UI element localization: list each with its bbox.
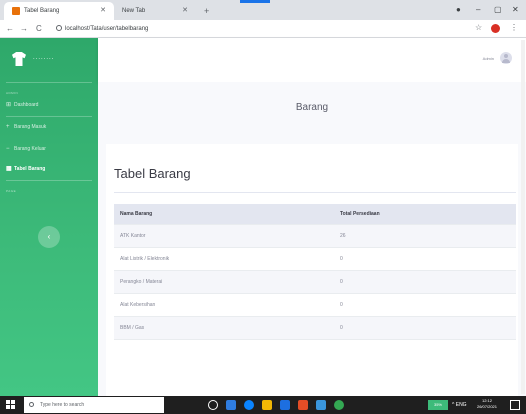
brand-text: ........: [33, 55, 55, 61]
topbar: Admin: [98, 38, 526, 82]
table-row: BBM / Gas 0: [114, 316, 516, 340]
site-info-icon[interactable]: [56, 25, 62, 31]
page-title: Barang: [295, 102, 329, 113]
reload-button[interactable]: C: [36, 22, 42, 36]
chrome-icon[interactable]: [334, 400, 344, 410]
card-title: Tabel Barang: [114, 166, 191, 181]
sidebar-toggle-button[interactable]: ‹: [38, 226, 60, 248]
app-icon[interactable]: [298, 400, 308, 410]
extension-icon[interactable]: [491, 24, 500, 33]
tab-accent-bar: [240, 0, 270, 3]
table-row: ATK Kantor 26: [114, 224, 516, 248]
back-button[interactable]: ←: [6, 22, 14, 36]
table-header-row: Nama Barang Total Persediaan: [114, 204, 516, 225]
app-icon[interactable]: [316, 400, 326, 410]
sidebar-heading-admin: ADMIN: [6, 91, 19, 95]
cell-nama-barang: ATK Kantor: [114, 224, 334, 248]
clock-date: 26/07/2021: [476, 404, 498, 409]
sidebar-divider: [6, 116, 92, 117]
sidebar-item-dashboard[interactable]: ⊞ Dashboard: [0, 98, 98, 112]
cortana-icon[interactable]: [208, 400, 218, 410]
url-field[interactable]: localhost/Tata/user/tabelbarang: [56, 23, 148, 35]
sidebar-brand[interactable]: ........: [0, 38, 98, 82]
taskbar-search-input[interactable]: Type here to search: [24, 397, 164, 413]
store-icon[interactable]: [280, 400, 290, 410]
search-placeholder: Type here to search: [40, 402, 85, 408]
close-window-button[interactable]: ✕: [512, 2, 519, 18]
cell-total-persediaan: 0: [334, 316, 516, 340]
file-explorer-icon[interactable]: [262, 400, 272, 410]
screen: Tabel Barang ✕ New Tab ✕ + ● – ▢ ✕ ← → C…: [0, 0, 526, 414]
search-icon: [29, 402, 34, 407]
page-scrollbar[interactable]: [521, 40, 525, 394]
url-text: localhost/Tata/user/tabelbarang: [65, 26, 149, 32]
new-tab-button[interactable]: +: [204, 2, 209, 20]
sidebar-item-label: Barang Masuk: [14, 124, 47, 130]
table-row: Alat Kebersihan 0: [114, 293, 516, 317]
dashboard-icon: ⊞: [6, 102, 12, 108]
cell-nama-barang: Alat Kebersihan: [114, 293, 334, 317]
task-view-icon[interactable]: [226, 400, 236, 410]
minus-icon: −: [6, 146, 10, 152]
battery-badge[interactable]: 35%: [428, 400, 448, 410]
sidebar-divider: [6, 82, 92, 83]
cell-nama-barang: Alat Listrik / Elektronik: [114, 247, 334, 271]
minimize-button[interactable]: –: [476, 2, 480, 18]
cell-total-persediaan: 0: [334, 270, 516, 294]
tray-language[interactable]: ^ ENG: [452, 396, 467, 414]
tab-close-icon[interactable]: ✕: [182, 2, 188, 20]
tab-title: New Tab: [122, 8, 146, 14]
browser-menu-icon[interactable]: ⋮: [510, 23, 518, 32]
sidebar-item-barang-keluar[interactable]: − Barang Keluar: [0, 142, 98, 156]
tab-close-icon[interactable]: ✕: [100, 2, 106, 20]
bookmark-star-icon[interactable]: ☆: [475, 23, 482, 32]
sidebar-item-tabel-barang[interactable]: ▦ Tabel Barang: [0, 162, 98, 176]
cell-total-persediaan: 0: [334, 293, 516, 317]
browser-tab-strip: Tabel Barang ✕ New Tab ✕ + ● – ▢ ✕: [0, 0, 526, 20]
windows-start-icon[interactable]: [6, 400, 16, 410]
table-card: Tabel Barang Nama Barang Total Persediaa…: [106, 144, 518, 396]
table-row: Perangko / Materai 0: [114, 270, 516, 294]
sidebar-divider: [6, 180, 92, 181]
profile-icon[interactable]: ●: [456, 2, 461, 18]
sidebar-item-barang-masuk[interactable]: + Barang Masuk: [0, 120, 98, 134]
column-header-total-persediaan: Total Persediaan: [334, 204, 516, 225]
tab-tabel-barang[interactable]: Tabel Barang ✕: [4, 2, 114, 20]
shirt-logo-icon: [12, 52, 26, 66]
sidebar-item-label: Dashboard: [14, 102, 39, 108]
cell-nama-barang: BBM / Gas: [114, 316, 334, 340]
chevron-left-icon: ‹: [47, 232, 51, 241]
edge-icon[interactable]: [244, 400, 254, 410]
plus-icon: +: [6, 124, 10, 130]
taskbar-clock[interactable]: 12:12 26/07/2021: [472, 398, 502, 410]
column-header-nama-barang: Nama Barang: [114, 204, 334, 225]
cell-total-persediaan: 26: [334, 224, 516, 248]
favicon-icon: [12, 7, 20, 15]
barang-table: Nama Barang Total Persediaan ATK Kantor …: [114, 204, 516, 340]
maximize-button[interactable]: ▢: [494, 2, 502, 18]
tab-new-tab[interactable]: New Tab ✕: [116, 2, 196, 20]
tab-title: Tabel Barang: [24, 8, 60, 14]
sidebar-heading-page: PAGE: [6, 189, 17, 193]
table-icon: ▦: [6, 166, 12, 172]
user-name: Admin: [482, 56, 494, 61]
cell-total-persediaan: 0: [334, 247, 516, 271]
cell-nama-barang: Perangko / Materai: [114, 270, 334, 294]
sidebar-item-label: Tabel Barang: [14, 166, 46, 172]
table-row: Alat Listrik / Elektronik 0: [114, 247, 516, 271]
windows-taskbar: Type here to search 35% ^ ENG 12:12 26/0…: [0, 396, 526, 414]
address-bar-row: ← → C localhost/Tata/user/tabelbarang ☆ …: [0, 20, 526, 38]
avatar-icon: [500, 52, 512, 64]
main-content: Barang Tabel Barang Nama Barang Total Pe…: [98, 82, 526, 396]
sidebar: ........ ADMIN ⊞ Dashboard + Barang Masu…: [0, 38, 98, 396]
notification-icon[interactable]: [510, 400, 520, 410]
card-divider: [114, 192, 516, 193]
sidebar-item-label: Barang Keluar: [14, 146, 46, 152]
forward-button[interactable]: →: [20, 22, 28, 36]
